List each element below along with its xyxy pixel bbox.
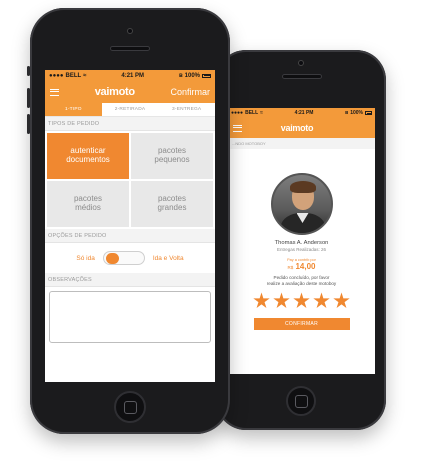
trip-type-toggle-row: Só ida Ida e Volta xyxy=(45,243,215,273)
order-screen: ●●●● BELL ≈ 4:21 PM ʙ 100% vaimoto Confi… xyxy=(45,70,215,382)
battery-label: 100% xyxy=(184,72,200,79)
battery-icon xyxy=(202,73,211,78)
menu-icon[interactable] xyxy=(233,124,242,132)
courier-profile: Thomas A. Anderson Entregas Realizadas: … xyxy=(228,149,375,331)
app-navbar: vaimoto Confirmar xyxy=(45,81,215,103)
payment-value: 14,00 xyxy=(295,262,316,271)
signal-icon: ●●●● xyxy=(49,72,64,79)
courier-deliveries: Entregas Realizadas: 26 xyxy=(276,247,327,252)
step-tipo[interactable]: 1-TIPO xyxy=(45,103,102,116)
phone-camera xyxy=(127,28,133,34)
tile-small-packages[interactable]: pacotes pequenos xyxy=(131,133,213,179)
confirm-button[interactable]: CONFIRMAR xyxy=(253,318,350,331)
tile-authenticate-documents[interactable]: autenticar documentos xyxy=(47,133,129,179)
signal-icon: ●●●● xyxy=(231,110,244,116)
completion-message-line2: realize a avaliação deste motoboy xyxy=(266,280,337,286)
round-trip-label[interactable]: Ida e Volta xyxy=(153,255,184,262)
phone-rating-screen: ●●●● BELL ≈ 4:21 PM ʙ 100% vaimoto ...ND… xyxy=(213,50,386,430)
tile-label-line2: documentos xyxy=(66,155,110,164)
wifi-icon: ≈ xyxy=(260,110,263,116)
observations-input[interactable] xyxy=(49,291,211,343)
step-indicator: 1-TIPO 2-RETIRADA 3-ENTREGA xyxy=(45,103,215,117)
wifi-icon: ≈ xyxy=(83,72,87,79)
avatar xyxy=(270,173,333,235)
phone-volume-up xyxy=(27,88,30,108)
toggle-knob[interactable] xyxy=(105,253,119,264)
phone-volume-down xyxy=(27,114,30,134)
trip-type-toggle[interactable] xyxy=(102,251,145,265)
battery-icon xyxy=(365,111,372,115)
phone-order-screen: ●●●● BELL ≈ 4:21 PM ʙ 100% vaimoto Confi… xyxy=(27,8,230,434)
step-entrega[interactable]: 3-ENTREGA xyxy=(158,103,215,116)
one-way-label[interactable]: Só ida xyxy=(76,255,94,262)
rating-screen: ●●●● BELL ≈ 4:21 PM ʙ 100% vaimoto ...ND… xyxy=(228,108,375,374)
star-icon[interactable] xyxy=(253,292,270,308)
breadcrumb: ...NDO MOTOBOY xyxy=(228,138,375,149)
carrier-label: BELL xyxy=(245,110,259,116)
app-navbar: vaimoto xyxy=(228,118,375,138)
bluetooth-icon: ʙ xyxy=(178,72,183,79)
phone-side-button xyxy=(27,66,30,76)
tile-large-packages[interactable]: pacotes grandes xyxy=(131,181,213,227)
order-options-title: OPÇÕES DE PEDIDO xyxy=(45,229,215,243)
payment-amount: R$ 14,00 xyxy=(228,262,375,271)
clock: 4:21 PM xyxy=(121,72,145,79)
order-types-title: TIPOS DE PEDIDO xyxy=(45,117,215,131)
rating-stars[interactable] xyxy=(228,292,375,309)
confirm-nav-button[interactable]: Confirmar xyxy=(170,87,210,97)
completion-message: Pedido concluído, por favor realize a av… xyxy=(228,275,375,286)
tile-medium-packages[interactable]: pacotes médios xyxy=(47,181,129,227)
phone-earpiece xyxy=(110,46,150,51)
order-type-grid: autenticar documentos pacotes pequenos p… xyxy=(45,131,215,229)
carrier-label: BELL xyxy=(65,72,82,79)
tile-label-line2: médios xyxy=(75,203,101,212)
payment-currency: R$ xyxy=(287,265,294,270)
phone-earpiece xyxy=(282,74,322,79)
status-bar: ●●●● BELL ≈ 4:21 PM ʙ 100% xyxy=(228,108,375,118)
home-button xyxy=(114,391,146,423)
battery-label: 100% xyxy=(350,110,363,116)
step-retirada[interactable]: 2-RETIRADA xyxy=(102,103,159,116)
tile-label-line2: pequenos xyxy=(154,155,190,164)
app-logo: vaimoto xyxy=(94,86,135,98)
bluetooth-icon: ʙ xyxy=(345,110,349,116)
menu-icon[interactable] xyxy=(50,88,59,96)
star-icon[interactable] xyxy=(313,292,330,308)
star-icon[interactable] xyxy=(273,292,290,308)
star-icon[interactable] xyxy=(333,292,350,308)
star-icon[interactable] xyxy=(293,292,310,308)
tile-label-line2: grandes xyxy=(157,203,187,212)
observations-title: OBSERVAÇÕES xyxy=(45,273,215,287)
phone-camera xyxy=(298,60,304,66)
clock: 4:21 PM xyxy=(294,110,314,116)
app-logo: vaimoto xyxy=(280,123,314,133)
home-button xyxy=(286,386,316,416)
courier-name: Thomas A. Anderson xyxy=(274,240,329,246)
status-bar: ●●●● BELL ≈ 4:21 PM ʙ 100% xyxy=(45,70,215,81)
